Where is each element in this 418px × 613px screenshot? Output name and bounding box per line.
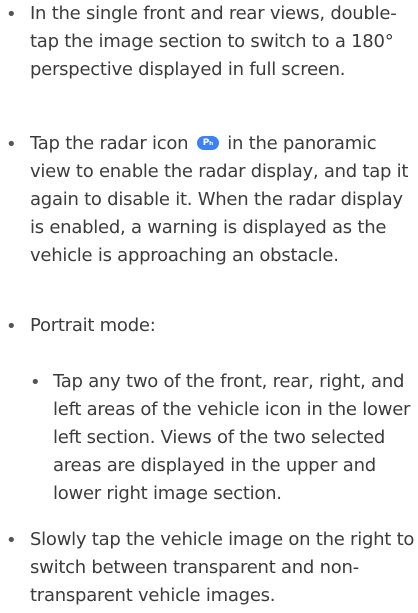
list-item-text: In the single front and rear views, doub… [30,3,397,80]
list-item-text: Portrait mode: [30,315,156,336]
list-item-text: Tap any two of the front, rear, right, a… [53,371,411,504]
bullet: • [6,4,17,25]
bullet: • [6,316,17,337]
list-item-text: Slowly tap the vehicle image on the righ… [30,529,415,606]
bullet: • [30,372,41,393]
document-body: • In the single front and rear views, do… [0,0,418,613]
bullet: • [6,134,17,155]
radar-text-before: Tap the radar icon [30,133,189,154]
radar-icon: Pₕ [196,136,219,150]
radar-icon-glyph: Pₕ [202,138,213,148]
bullet: • [6,530,17,551]
list-item-text: Tap the radar icon Pₕ in the panoramic v… [30,130,415,270]
